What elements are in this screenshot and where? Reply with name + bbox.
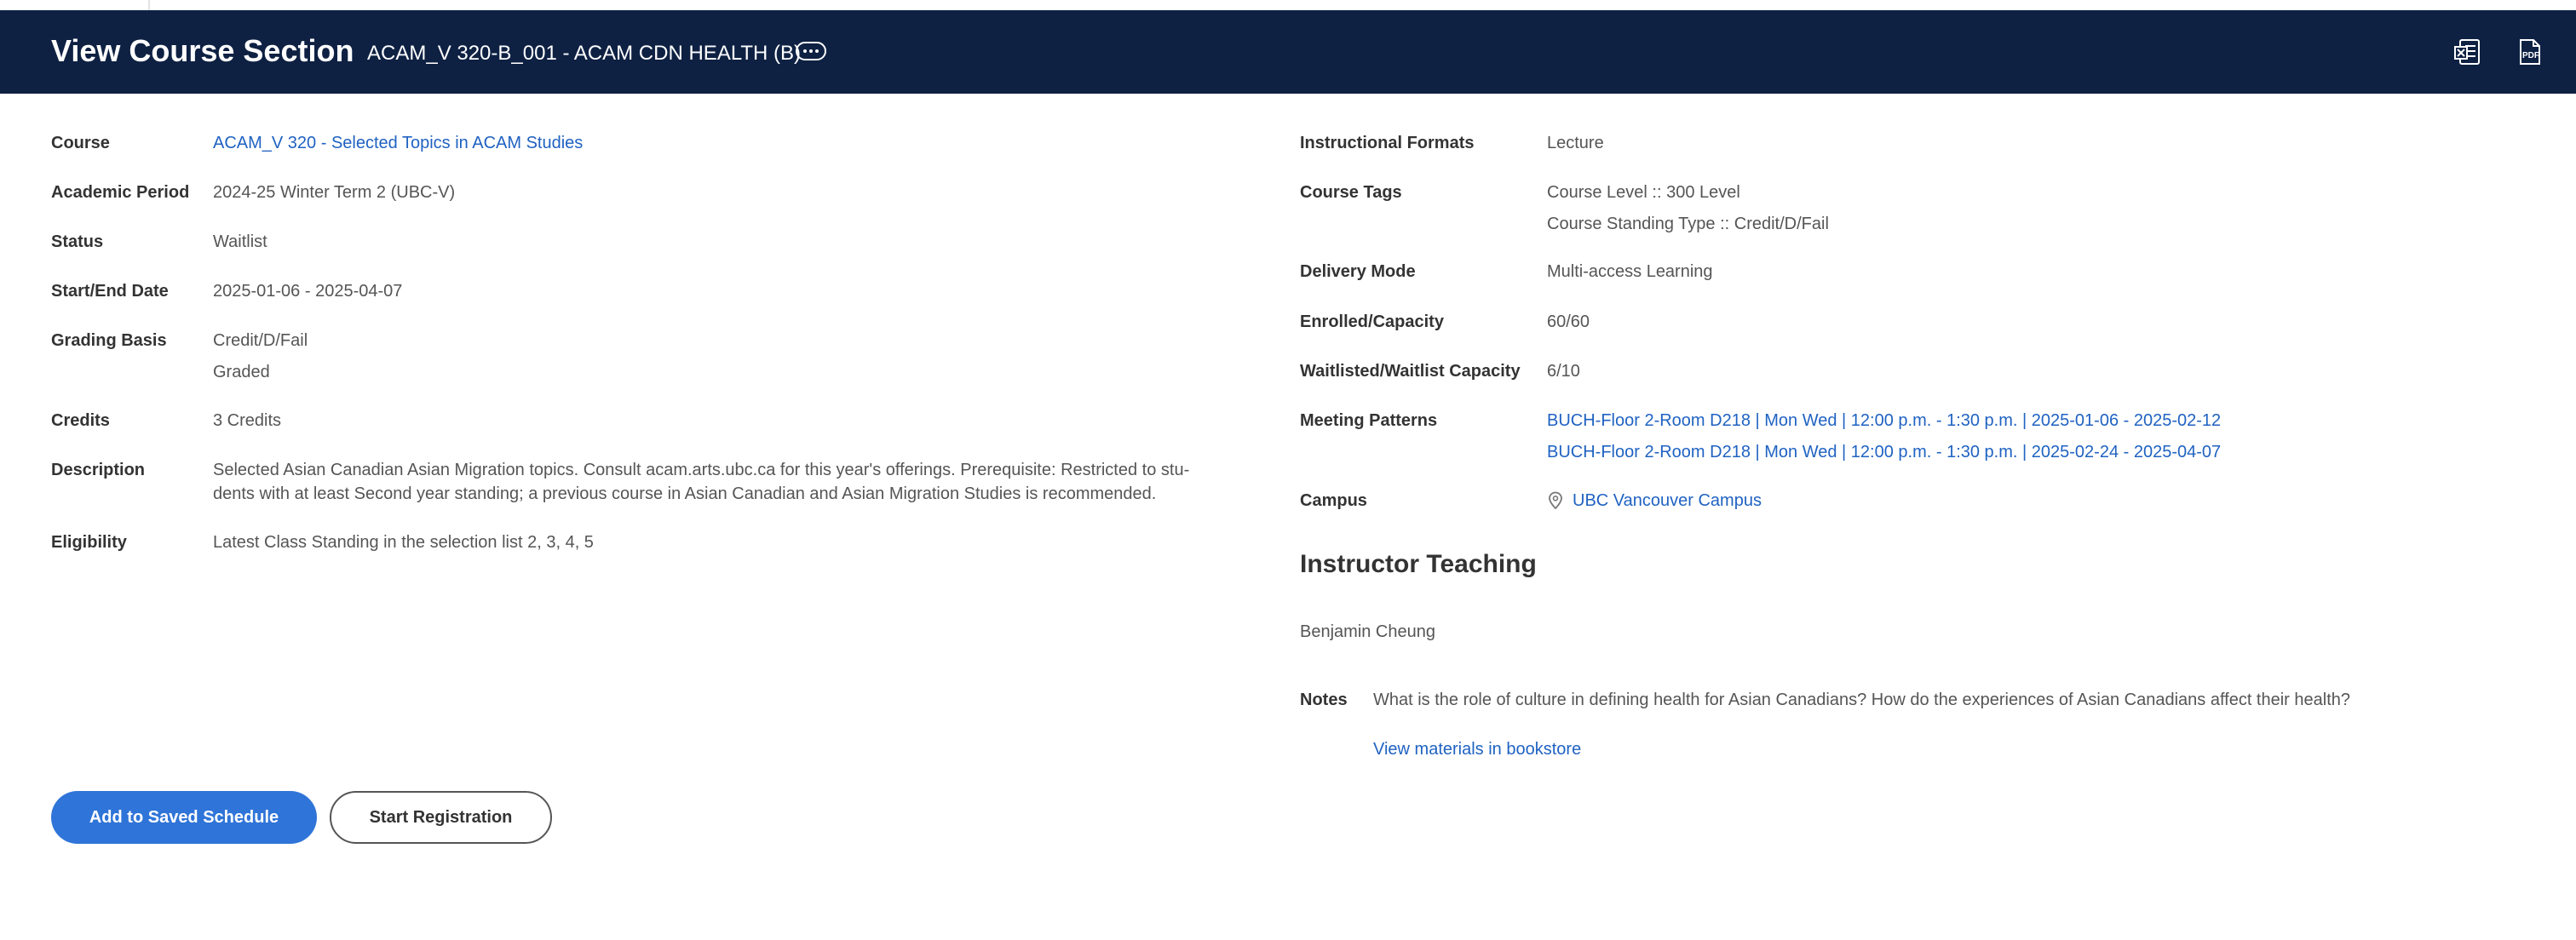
status-label: Status xyxy=(51,232,104,251)
meeting-pattern-link-1[interactable]: BUCH-Floor 2-Room D218 | Mon Wed | 12:00… xyxy=(1547,409,2221,433)
add-to-saved-schedule-button[interactable]: Add to Saved Schedule xyxy=(51,791,317,844)
top-strip-divider xyxy=(148,0,150,10)
instructional-formats-value: Lecture xyxy=(1547,134,1604,152)
instructor-teaching-heading: Instructor Teaching xyxy=(1300,550,1537,578)
more-options-icon[interactable] xyxy=(796,42,826,60)
course-tag-1: Course Level :: 300 Level xyxy=(1547,183,1740,202)
description-line-2: dents with at least Second year standing… xyxy=(213,484,1157,503)
page-header: View Course Section ACAM_V 320-B_001 - A… xyxy=(0,10,2576,94)
eligibility-value: Latest Class Standing in the selection l… xyxy=(213,533,594,552)
waitlist-capacity-label: Waitlisted/Waitlist Capacity xyxy=(1300,362,1521,381)
grading-basis-label: Grading Basis xyxy=(51,331,167,350)
grading-basis-value-1: Credit/D/Fail xyxy=(213,331,308,350)
instructor-name: Benjamin Cheung xyxy=(1300,622,1435,641)
course-link[interactable]: ACAM_V 320 - Selected Topics in ACAM Stu… xyxy=(213,131,583,155)
excel-export-icon[interactable] xyxy=(2453,37,2482,66)
description-line-1: Selected Asian Canadian Asian Migration … xyxy=(213,461,1190,479)
delivery-mode-label: Delivery Mode xyxy=(1300,262,1416,281)
instructional-formats-label: Instructional Formats xyxy=(1300,134,1475,152)
course-tags-label: Course Tags xyxy=(1300,183,1402,202)
credits-value: 3 Credits xyxy=(213,411,282,430)
course-tag-2: Course Standing Type :: Credit/D/Fail xyxy=(1547,215,1829,233)
meeting-pattern-link-2[interactable]: BUCH-Floor 2-Room D218 | Mon Wed | 12:00… xyxy=(1547,440,2221,464)
pdf-export-icon[interactable]: PDF xyxy=(2515,37,2544,66)
start-end-date-value: 2025-01-06 - 2025-04-07 xyxy=(213,282,403,301)
course-label: Course xyxy=(51,134,110,152)
delivery-mode-value: Multi-access Learning xyxy=(1547,262,1713,281)
enrolled-capacity-label: Enrolled/Capacity xyxy=(1300,312,1444,331)
top-strip xyxy=(0,0,2576,10)
notes-label: Notes xyxy=(1300,691,1348,709)
academic-period-value: 2024-25 Winter Term 2 (UBC-V) xyxy=(213,183,456,202)
start-registration-button[interactable]: Start Registration xyxy=(330,791,552,844)
description-label: Description xyxy=(51,461,146,479)
eligibility-label: Eligibility xyxy=(51,533,127,552)
location-pin-icon xyxy=(1549,491,1562,510)
svg-text:PDF: PDF xyxy=(2522,51,2539,60)
credits-label: Credits xyxy=(51,411,110,430)
academic-period-label: Academic Period xyxy=(51,183,190,202)
enrolled-capacity-value: 60/60 xyxy=(1547,312,1590,331)
course-section-subtitle: ACAM_V 320-B_001 - ACAM CDN HEALTH (B) xyxy=(367,42,802,65)
campus-label: Campus xyxy=(1300,491,1367,510)
page-title: View Course Section xyxy=(51,33,354,68)
waitlist-capacity-value: 6/10 xyxy=(1547,362,1580,381)
status-value: Waitlist xyxy=(213,232,267,251)
bookstore-link[interactable]: View materials in bookstore xyxy=(1373,737,1581,761)
campus-link[interactable]: UBC Vancouver Campus xyxy=(1573,489,1762,513)
start-end-date-label: Start/End Date xyxy=(51,282,169,301)
meeting-patterns-label: Meeting Patterns xyxy=(1300,411,1438,430)
notes-text: What is the role of culture in defining … xyxy=(1373,691,2351,709)
grading-basis-value-2: Graded xyxy=(213,363,270,381)
